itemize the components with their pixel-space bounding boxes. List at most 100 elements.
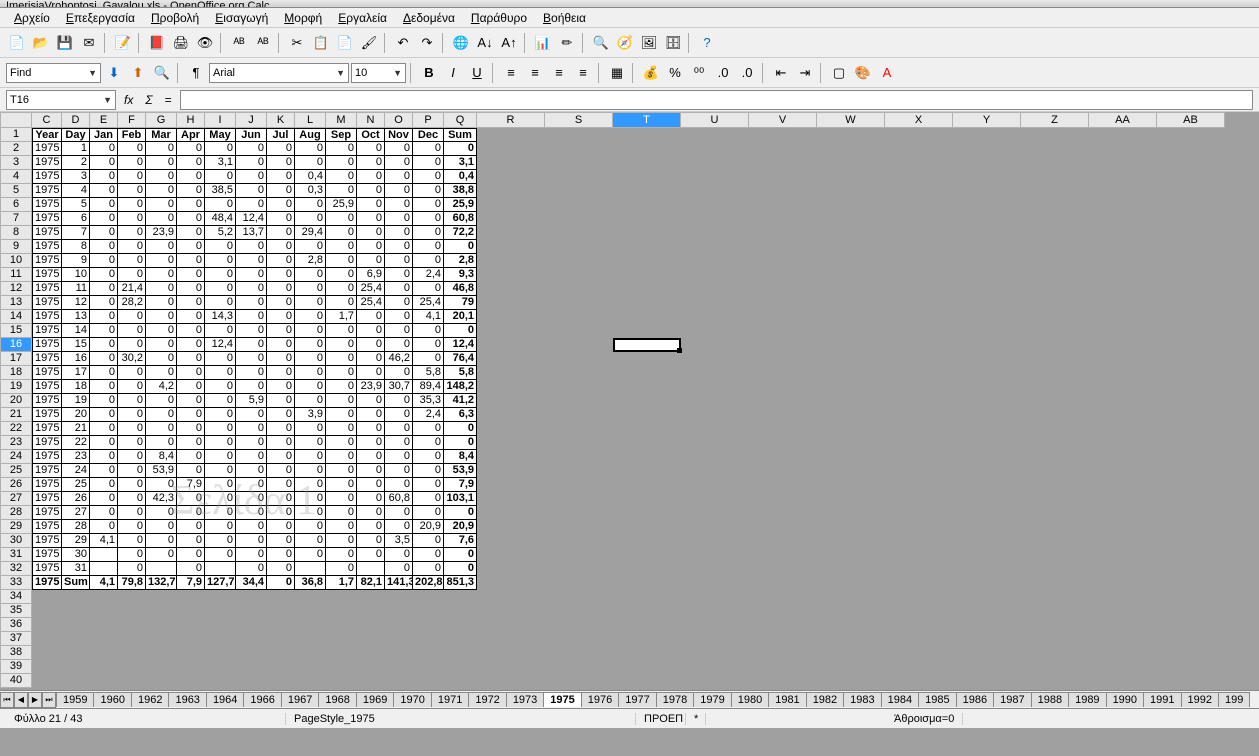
cell[interactable] xyxy=(681,464,749,478)
cell[interactable]: 0 xyxy=(177,226,205,240)
cell[interactable] xyxy=(1157,618,1225,632)
align-justify-button[interactable]: ≡ xyxy=(572,62,594,84)
cell[interactable] xyxy=(885,576,953,590)
cell[interactable]: 0 xyxy=(177,170,205,184)
cell[interactable]: 0 xyxy=(236,464,267,478)
cell[interactable]: 1975 xyxy=(32,296,62,310)
col-header-O[interactable]: O xyxy=(385,112,413,128)
cell[interactable] xyxy=(477,170,545,184)
cell[interactable]: 0 xyxy=(236,282,267,296)
cell[interactable] xyxy=(1157,576,1225,590)
cell[interactable] xyxy=(545,268,613,282)
cell[interactable]: 0 xyxy=(413,450,444,464)
cell[interactable]: 82,1 xyxy=(357,576,385,590)
row-header-40[interactable]: 40 xyxy=(0,674,32,688)
col-header-Z[interactable]: Z xyxy=(1021,112,1089,128)
cell[interactable] xyxy=(681,422,749,436)
cell[interactable] xyxy=(953,128,1021,142)
cell[interactable]: 0 xyxy=(326,240,357,254)
cell[interactable]: 0 xyxy=(267,268,295,282)
cell[interactable]: 0 xyxy=(413,142,444,156)
cell[interactable] xyxy=(681,212,749,226)
cell[interactable]: 46,8 xyxy=(444,282,477,296)
row-header-17[interactable]: 17 xyxy=(0,352,32,366)
cell[interactable] xyxy=(817,576,885,590)
cell[interactable] xyxy=(90,562,118,576)
row-header-5[interactable]: 5 xyxy=(0,184,32,198)
cell[interactable] xyxy=(885,198,953,212)
cell[interactable]: 0 xyxy=(385,324,413,338)
cell[interactable]: 0 xyxy=(236,184,267,198)
cell[interactable]: 1975 xyxy=(32,268,62,282)
cell[interactable] xyxy=(1021,646,1089,660)
cell[interactable]: 0 xyxy=(385,520,413,534)
cell[interactable] xyxy=(1021,366,1089,380)
cell[interactable] xyxy=(681,184,749,198)
cell[interactable]: 0 xyxy=(267,534,295,548)
cell[interactable] xyxy=(613,590,681,604)
sheet-tab-1964[interactable]: 1964 xyxy=(206,692,244,707)
cell[interactable]: 0 xyxy=(413,254,444,268)
cell[interactable] xyxy=(545,436,613,450)
cell[interactable] xyxy=(885,492,953,506)
cell[interactable]: 0 xyxy=(326,394,357,408)
cell[interactable] xyxy=(1089,254,1157,268)
cell[interactable] xyxy=(953,520,1021,534)
cell[interactable] xyxy=(749,548,817,562)
cell[interactable] xyxy=(613,352,681,366)
cell[interactable]: 9,3 xyxy=(444,268,477,282)
cell[interactable]: 0 xyxy=(295,548,326,562)
cell[interactable]: 24 xyxy=(62,464,90,478)
cell[interactable]: 0 xyxy=(205,436,236,450)
cell[interactable] xyxy=(477,296,545,310)
cell[interactable] xyxy=(681,198,749,212)
cell[interactable] xyxy=(817,268,885,282)
cell[interactable]: 0 xyxy=(267,548,295,562)
cell[interactable] xyxy=(953,380,1021,394)
cell[interactable] xyxy=(1157,632,1225,646)
cell[interactable] xyxy=(62,632,90,646)
cell[interactable] xyxy=(817,534,885,548)
cell[interactable] xyxy=(1157,534,1225,548)
cell[interactable]: 89,4 xyxy=(413,380,444,394)
cell[interactable] xyxy=(1089,604,1157,618)
cell[interactable] xyxy=(477,324,545,338)
cell[interactable] xyxy=(613,394,681,408)
cell[interactable] xyxy=(681,310,749,324)
cell[interactable]: 30 xyxy=(62,548,90,562)
cell[interactable]: 0 xyxy=(267,142,295,156)
cell[interactable] xyxy=(953,268,1021,282)
cell[interactable]: Apr xyxy=(177,128,205,142)
cell[interactable]: 34,4 xyxy=(236,576,267,590)
cell[interactable] xyxy=(817,394,885,408)
cell[interactable] xyxy=(1021,506,1089,520)
cell[interactable] xyxy=(817,562,885,576)
cell[interactable] xyxy=(1021,128,1089,142)
col-header-V[interactable]: V xyxy=(749,112,817,128)
cell[interactable] xyxy=(953,156,1021,170)
cell[interactable] xyxy=(749,506,817,520)
tab-next-button[interactable]: ▶ xyxy=(28,692,42,708)
cell[interactable] xyxy=(885,296,953,310)
cell[interactable] xyxy=(953,296,1021,310)
cell[interactable]: 1975 xyxy=(32,352,62,366)
cell[interactable]: 11 xyxy=(62,282,90,296)
cell[interactable] xyxy=(1021,282,1089,296)
cell[interactable] xyxy=(1089,156,1157,170)
cell[interactable]: 0 xyxy=(118,268,146,282)
sheet-tab-1988[interactable]: 1988 xyxy=(1031,692,1069,707)
row-header-13[interactable]: 13 xyxy=(0,296,32,310)
cell[interactable]: 1975 xyxy=(32,408,62,422)
cell[interactable] xyxy=(1089,366,1157,380)
cell[interactable]: 0 xyxy=(295,198,326,212)
cell[interactable]: 0 xyxy=(177,506,205,520)
row-header-39[interactable]: 39 xyxy=(0,660,32,674)
cell[interactable] xyxy=(613,450,681,464)
cell[interactable] xyxy=(681,324,749,338)
row-header-20[interactable]: 20 xyxy=(0,394,32,408)
cell[interactable]: 0 xyxy=(385,142,413,156)
cell[interactable] xyxy=(749,380,817,394)
cell[interactable]: 0 xyxy=(413,562,444,576)
cell[interactable]: 0 xyxy=(205,506,236,520)
cell[interactable] xyxy=(885,254,953,268)
